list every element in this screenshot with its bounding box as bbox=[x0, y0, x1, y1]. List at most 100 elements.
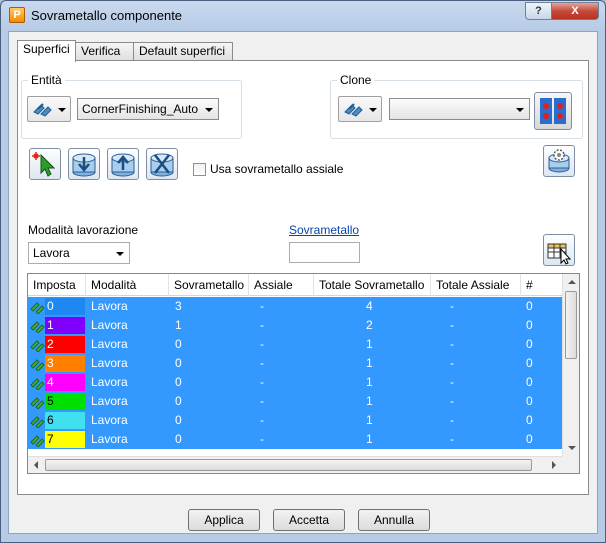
cell-axial: - bbox=[260, 318, 264, 332]
thickness-link[interactable]: Sovrametallo bbox=[289, 223, 359, 237]
help-button[interactable]: ? bbox=[525, 2, 552, 20]
swap-button[interactable] bbox=[146, 148, 178, 180]
scroll-down-icon[interactable] bbox=[568, 446, 576, 450]
cell-count: 0 bbox=[526, 413, 533, 427]
title-bar: P Sovrametallo componente ? X bbox=[1, 1, 605, 31]
tab-default-superfici[interactable]: Default superfici bbox=[133, 42, 233, 61]
clone-type-dropdown[interactable] bbox=[338, 96, 382, 122]
close-button[interactable]: X bbox=[551, 2, 599, 20]
clone-select[interactable] bbox=[389, 98, 530, 120]
cell-thickness: 0 bbox=[175, 432, 182, 446]
push-down-button[interactable] bbox=[68, 148, 100, 180]
table-row[interactable]: 6 Lavora 0 - 1 - 0 bbox=[28, 411, 564, 430]
cell-total-axial: - bbox=[450, 394, 454, 408]
column-header-thickness[interactable]: Sovrametallo bbox=[169, 274, 249, 296]
column-header-axial[interactable]: Assiale bbox=[249, 274, 314, 296]
cell-total-axial: - bbox=[450, 318, 454, 332]
table-row[interactable]: 1 Lavora 1 - 2 - 0 bbox=[28, 316, 564, 335]
cell-total: 1 bbox=[366, 337, 373, 351]
dialog-window: P Sovrametallo componente ? X Superfici … bbox=[0, 0, 606, 543]
chevron-down-icon bbox=[516, 108, 524, 112]
entity-type-dropdown[interactable] bbox=[27, 96, 71, 122]
app-icon: P bbox=[9, 7, 25, 23]
cancel-button[interactable]: Annulla bbox=[358, 509, 430, 531]
grid-edit-button[interactable] bbox=[543, 234, 575, 266]
cell-total: 1 bbox=[366, 394, 373, 408]
table-row[interactable]: 3 Lavora 0 - 1 - 0 bbox=[28, 354, 564, 373]
cell-axial: - bbox=[260, 432, 264, 446]
cell-thickness: 0 bbox=[175, 337, 182, 351]
cell-count: 0 bbox=[526, 394, 533, 408]
cell-total-axial: - bbox=[450, 375, 454, 389]
set-number: 2 bbox=[47, 337, 54, 351]
cell-thickness: 0 bbox=[175, 394, 182, 408]
clone-apply-button[interactable] bbox=[534, 92, 572, 130]
cell-total-axial: - bbox=[450, 299, 454, 313]
swap-icon bbox=[150, 153, 174, 177]
cell-total-axial: - bbox=[450, 337, 454, 351]
horizontal-scrollbar[interactable] bbox=[28, 456, 564, 473]
clone-group: Clone bbox=[330, 73, 583, 139]
cell-count: 0 bbox=[526, 318, 533, 332]
surface-icon bbox=[33, 103, 52, 117]
apply-button[interactable]: Applica bbox=[188, 509, 260, 531]
column-header-mode[interactable]: Modalità bbox=[86, 274, 169, 296]
set-number: 4 bbox=[47, 375, 54, 389]
cell-mode: Lavora bbox=[91, 299, 128, 313]
push-down-icon bbox=[72, 153, 96, 177]
entity-group-label: Entità bbox=[28, 73, 65, 87]
select-button[interactable] bbox=[29, 148, 61, 180]
cell-total: 1 bbox=[366, 375, 373, 389]
clone-colors-icon bbox=[540, 98, 566, 124]
set-number: 0 bbox=[47, 299, 54, 313]
scroll-up-icon[interactable] bbox=[568, 280, 576, 284]
scroll-right-icon[interactable] bbox=[552, 461, 556, 469]
table-row[interactable]: 4 Lavora 0 - 1 - 0 bbox=[28, 373, 564, 392]
set-color-swatch: 7 bbox=[45, 431, 85, 448]
column-header-total-thickness[interactable]: Totale Sovrametallo bbox=[314, 274, 431, 296]
tab-superfici[interactable]: Superfici bbox=[17, 40, 76, 62]
cell-total: 2 bbox=[366, 318, 373, 332]
horizontal-scroll-thumb[interactable] bbox=[45, 459, 532, 471]
accept-button[interactable]: Accetta bbox=[273, 509, 345, 531]
thickness-input[interactable] bbox=[289, 242, 360, 263]
surface-icon bbox=[30, 397, 45, 409]
machining-mode-select[interactable]: Lavora bbox=[28, 242, 130, 264]
cell-total: 4 bbox=[366, 299, 373, 313]
cell-mode: Lavora bbox=[91, 375, 128, 389]
thickness-grid[interactable]: Imposta Modalità Sovrametallo Assiale To… bbox=[27, 273, 580, 474]
table-row[interactable]: 5 Lavora 0 - 1 - 0 bbox=[28, 392, 564, 411]
cell-mode: Lavora bbox=[91, 356, 128, 370]
entity-select[interactable]: CornerFinishing_Auto bbox=[77, 98, 219, 120]
push-up-button[interactable] bbox=[107, 148, 139, 180]
cell-count: 0 bbox=[526, 375, 533, 389]
select-arrow-icon bbox=[32, 152, 56, 177]
machining-mode-label: Modalità lavorazione bbox=[28, 223, 139, 237]
vertical-scroll-thumb[interactable] bbox=[565, 291, 577, 359]
vertical-scrollbar[interactable] bbox=[562, 274, 579, 457]
window-title: Sovrametallo componente bbox=[31, 8, 183, 23]
set-color-swatch: 4 bbox=[45, 374, 85, 391]
surface-icon bbox=[30, 340, 45, 352]
set-number: 3 bbox=[47, 356, 54, 370]
table-row[interactable]: 2 Lavora 0 - 1 - 0 bbox=[28, 335, 564, 354]
column-header-count[interactable]: # bbox=[521, 274, 564, 296]
table-row[interactable]: 7 Lavora 0 - 1 - 0 bbox=[28, 430, 564, 449]
cell-mode: Lavora bbox=[91, 432, 128, 446]
entity-group: Entità CornerFinishing_Auto bbox=[21, 73, 242, 139]
scroll-left-icon[interactable] bbox=[34, 461, 38, 469]
cell-total-axial: - bbox=[450, 413, 454, 427]
column-header-total-axial[interactable]: Totale Assiale bbox=[431, 274, 521, 296]
cell-count: 0 bbox=[526, 337, 533, 351]
set-number: 1 bbox=[47, 318, 54, 332]
tab-verifica[interactable]: Verifica bbox=[75, 42, 134, 61]
set-color-swatch: 5 bbox=[45, 393, 85, 410]
cell-total-axial: - bbox=[450, 432, 454, 446]
cell-count: 0 bbox=[526, 299, 533, 313]
settings-button[interactable] bbox=[543, 145, 575, 177]
cell-mode: Lavora bbox=[91, 413, 128, 427]
axial-thickness-checkbox[interactable] bbox=[193, 163, 206, 176]
column-header-set[interactable]: Imposta bbox=[28, 274, 86, 296]
table-row[interactable]: 0 Lavora 3 - 4 - 0 bbox=[28, 297, 564, 316]
axial-thickness-label: Usa sovrametallo assiale bbox=[210, 162, 344, 176]
